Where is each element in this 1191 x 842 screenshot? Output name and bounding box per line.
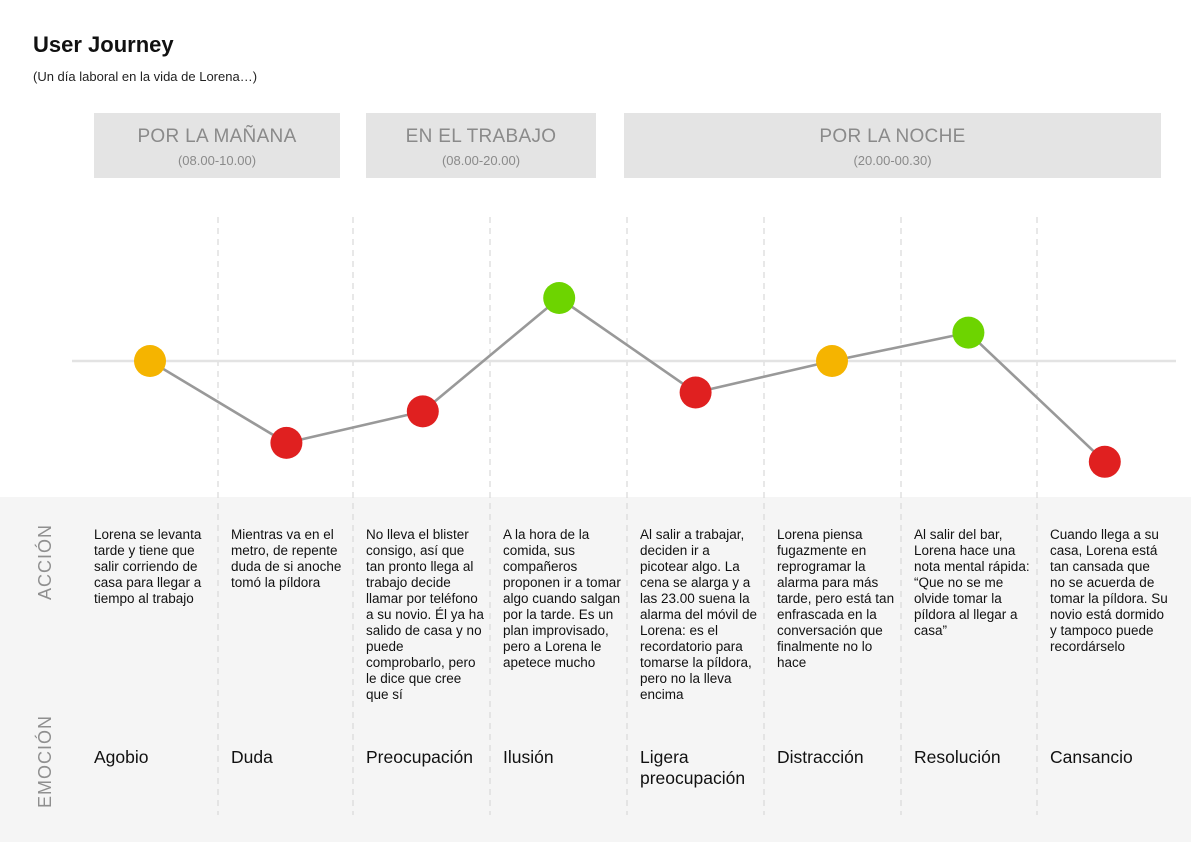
step-action: Lorena se levanta tarde y tiene que sali… (94, 527, 202, 606)
step-emotion: Duda (231, 747, 273, 767)
journey-chart (72, 217, 1176, 815)
row-label-emocion: EMOCIÓN (35, 714, 55, 808)
step-emotion: Ilusión (503, 747, 554, 767)
step-emotion: Preocupación (366, 747, 474, 767)
emotion-point (952, 316, 985, 349)
step-action: A la hora de la comida, sus compañeros p… (503, 527, 621, 670)
emotion-point (406, 395, 439, 428)
emotion-point (679, 376, 712, 409)
emotion-point (816, 345, 848, 377)
step-action: No lleva el blister consigo, así que tan… (366, 527, 484, 702)
step-emotion: Cansancio (1050, 747, 1133, 767)
step-action: Cuando llega a su casa, Lorena está tan … (1050, 527, 1168, 654)
emotion-point (543, 282, 576, 314)
step-emotion: Resolución (914, 747, 1001, 767)
step-action: Al salir a trabajar, deciden ir a picote… (640, 527, 758, 702)
emotion-point (270, 426, 303, 459)
step-action: Lorena piensa fugazmente en reprogramar … (777, 527, 895, 670)
step-emotion: Agobio (94, 747, 149, 767)
step-emotion: Ligera preocupación (640, 747, 746, 788)
row-label-accion: ACCIÓN (35, 523, 55, 600)
emotion-point (134, 345, 166, 377)
step-action: Al salir del bar, Lorena hace una nota m… (914, 527, 1030, 638)
emotion-point (1088, 445, 1121, 478)
step-action: Mientras va en el metro, de repente duda… (231, 527, 342, 590)
step-emotion: Distracción (777, 747, 864, 767)
